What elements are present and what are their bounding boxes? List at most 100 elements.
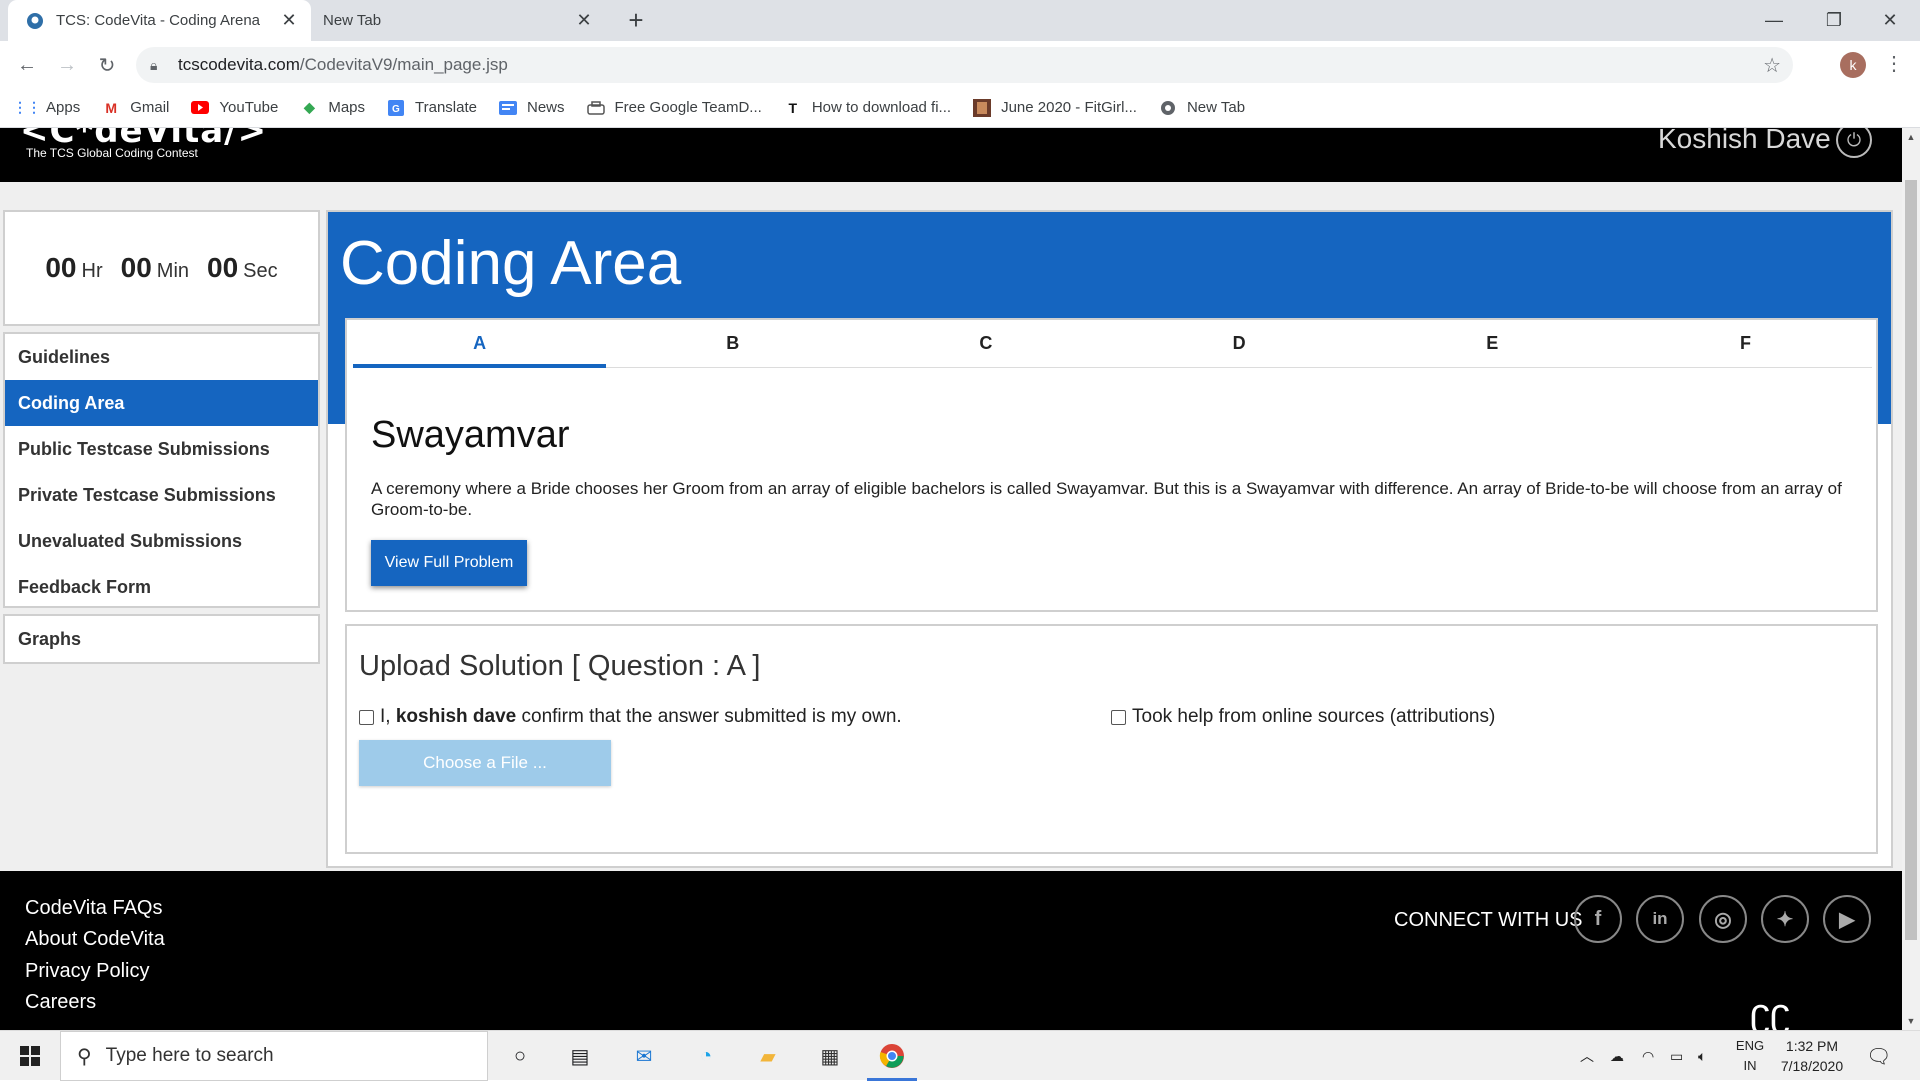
bookmark-how-to-download[interactable]: T How to download fi... <box>784 99 952 117</box>
wifi-icon[interactable]: ◠ <box>1642 1031 1654 1081</box>
onedrive-icon[interactable]: ☁ <box>1610 1031 1624 1081</box>
bookmarks-bar: ⋮⋮ Apps M Gmail YouTube ◆ Maps G Translate N… <box>0 88 1920 128</box>
tab-question-e[interactable]: E <box>1366 320 1619 367</box>
edge-icon[interactable]: ◔ <box>686 1036 726 1076</box>
show-hidden-icons[interactable]: ︿ <box>1580 1031 1594 1081</box>
mail-icon[interactable]: ✉ <box>624 1036 664 1076</box>
choose-file-button[interactable]: Choose a File ... <box>359 740 611 786</box>
news-icon <box>499 99 517 117</box>
forward-icon[interactable]: → <box>50 48 84 82</box>
windows-taskbar: ⚲ Type here to search ○ ▤ ✉ ◔ ▰ ▦ ︿ ☁ ◠ … <box>0 1030 1920 1081</box>
address-bar[interactable]: 🔒︎ tcscodevita.com/CodevitaV9/main_page.… <box>136 47 1793 83</box>
page-viewport: <C*deVita/> The TCS Global Coding Contes… <box>0 128 1902 1030</box>
online-help-checkbox[interactable] <box>1111 709 1126 725</box>
timer-hours: 00 Hr <box>45 252 103 283</box>
minimize-icon[interactable]: — <box>1744 0 1804 41</box>
back-icon[interactable]: ← <box>10 48 44 82</box>
linkedin-icon[interactable]: in <box>1636 895 1684 943</box>
twitter-icon[interactable]: ✦ <box>1761 895 1809 943</box>
coding-area-panel: Coding Area A B C D E F Swayamvar A cere… <box>326 210 1893 868</box>
battery-icon[interactable]: ▭ <box>1670 1031 1683 1081</box>
taskbar-search-input[interactable]: ⚲ Type here to search <box>60 1031 488 1081</box>
bookmark-new-tab[interactable]: New Tab <box>1159 99 1245 117</box>
menu-kebab-icon[interactable]: ⋮ <box>1884 51 1904 76</box>
profile-avatar[interactable]: k <box>1840 52 1866 78</box>
online-help-label: Took help from online sources (attributi… <box>1132 706 1496 727</box>
bookmark-youtube[interactable]: YouTube <box>191 99 278 117</box>
window-close-icon[interactable]: ✕ <box>1860 0 1920 41</box>
bookmark-maps[interactable]: ◆ Maps <box>300 99 365 117</box>
ownership-confirm: I, koshish dave confirm that the answer … <box>359 706 902 728</box>
scroll-down-icon[interactable]: ▼ <box>1902 1012 1920 1030</box>
cortana-icon[interactable]: ○ <box>500 1036 540 1076</box>
bookmark-news[interactable]: News <box>499 99 565 117</box>
tab-question-f[interactable]: F <box>1619 320 1872 367</box>
logout-power-icon[interactable]: ⏻ <box>1836 128 1872 158</box>
site-header: <C*deVita/> The TCS Global Coding Contes… <box>0 128 1902 182</box>
tab-question-a[interactable]: A <box>353 320 607 368</box>
tab-question-c[interactable]: C <box>859 320 1112 367</box>
search-placeholder: Type here to search <box>105 1045 274 1066</box>
close-tab-icon[interactable]: ✕ <box>574 10 594 31</box>
notification-icon[interactable]: 🗨︎ <box>1866 1031 1891 1081</box>
reload-icon[interactable]: ↻ <box>90 48 124 82</box>
problem-card: A B C D E F Swayamvar A ceremony where a… <box>345 318 1878 612</box>
page-title: Coding Area <box>340 229 682 298</box>
language-indicator[interactable]: ENG IN <box>1732 1036 1768 1076</box>
t-icon: T <box>788 99 798 116</box>
store-icon[interactable]: ▦ <box>810 1036 850 1076</box>
bookmark-star-icon[interactable]: ☆ <box>1763 53 1781 78</box>
problem-title: Swayamvar <box>371 414 570 456</box>
teamdrive-icon <box>586 99 605 117</box>
codevita-logo[interactable]: <C*deVita/> <box>20 128 267 148</box>
tab-question-d[interactable]: D <box>1113 320 1366 367</box>
tab-new-tab[interactable]: New Tab ✕ <box>311 0 606 41</box>
footer-link-privacy[interactable]: Privacy Policy <box>25 960 149 983</box>
instagram-icon[interactable]: ◎ <box>1699 895 1747 943</box>
codevita-favicon-icon <box>26 12 44 30</box>
upload-title: Upload Solution [ Question : A ] <box>359 650 761 682</box>
bookmark-gmail[interactable]: M Gmail <box>102 99 169 117</box>
chrome-icon[interactable] <box>867 1036 917 1081</box>
browser-tab-strip: TCS: CodeVita - Coding Arena ✕ New Tab ✕… <box>0 0 1920 41</box>
volume-icon[interactable]: 🔈︎ <box>1698 1031 1706 1081</box>
taskbar-clock[interactable]: 1:32 PM 7/18/2020 <box>1776 1036 1848 1076</box>
bookmark-fitgirl[interactable]: June 2020 - FitGirl... <box>973 98 1137 117</box>
footer-link-careers[interactable]: Careers <box>25 991 96 1014</box>
view-full-problem-button[interactable]: View Full Problem <box>371 540 527 586</box>
timer-seconds: 00 Sec <box>207 252 278 283</box>
ownership-label: I, koshish dave confirm that the answer … <box>380 706 902 727</box>
tab-codevita[interactable]: TCS: CodeVita - Coding Arena ✕ <box>8 0 311 41</box>
user-name: Koshish Dave <box>1658 128 1831 154</box>
bookmark-teamdrive[interactable]: Free Google TeamD... <box>586 99 762 117</box>
footer-link-faqs[interactable]: CodeVita FAQs <box>25 897 162 920</box>
windows-start-icon[interactable] <box>0 1031 60 1081</box>
scroll-up-icon[interactable]: ▲ <box>1902 128 1920 146</box>
tab-question-b[interactable]: B <box>606 320 859 367</box>
sidebar-item-coding-area[interactable]: Coding Area <box>5 380 318 426</box>
bookmark-apps[interactable]: ⋮⋮ Apps <box>13 99 80 117</box>
restore-icon[interactable]: ❐ <box>1804 0 1864 41</box>
url-text: tcscodevita.com/CodevitaV9/main_page.jsp <box>178 55 508 74</box>
gmail-icon: M <box>105 99 118 116</box>
file-explorer-icon[interactable]: ▰ <box>748 1036 788 1076</box>
task-view-icon[interactable]: ▤ <box>560 1036 600 1076</box>
maps-icon: ◆ <box>303 99 315 115</box>
sidebar-item-feedback-form[interactable]: Feedback Form <box>5 564 318 610</box>
new-tab-button[interactable]: + <box>620 4 652 36</box>
ownership-checkbox[interactable] <box>359 709 374 725</box>
sidebar-item-graphs[interactable]: Graphs <box>3 614 320 664</box>
footer-link-about[interactable]: About CodeVita <box>25 928 165 951</box>
page-scrollbar[interactable]: ▲ ▼ <box>1902 128 1920 1030</box>
scrollbar-thumb[interactable] <box>1905 180 1917 940</box>
sidebar-item-guidelines[interactable]: Guidelines <box>5 334 318 380</box>
translate-icon: G <box>387 99 405 117</box>
sidebar-item-public-testcase-submissions[interactable]: Public Testcase Submissions <box>5 426 318 472</box>
sidebar-item-private-testcase-submissions[interactable]: Private Testcase Submissions <box>5 472 318 518</box>
sidebar-item-unevaluated-submissions[interactable]: Unevaluated Submissions <box>5 518 318 564</box>
bookmark-translate[interactable]: G Translate <box>387 99 477 117</box>
lock-icon: 🔒︎ <box>150 56 158 73</box>
close-tab-icon[interactable]: ✕ <box>279 10 299 31</box>
facebook-icon[interactable]: f <box>1574 895 1622 943</box>
youtube-icon[interactable]: ▶ <box>1823 895 1871 943</box>
